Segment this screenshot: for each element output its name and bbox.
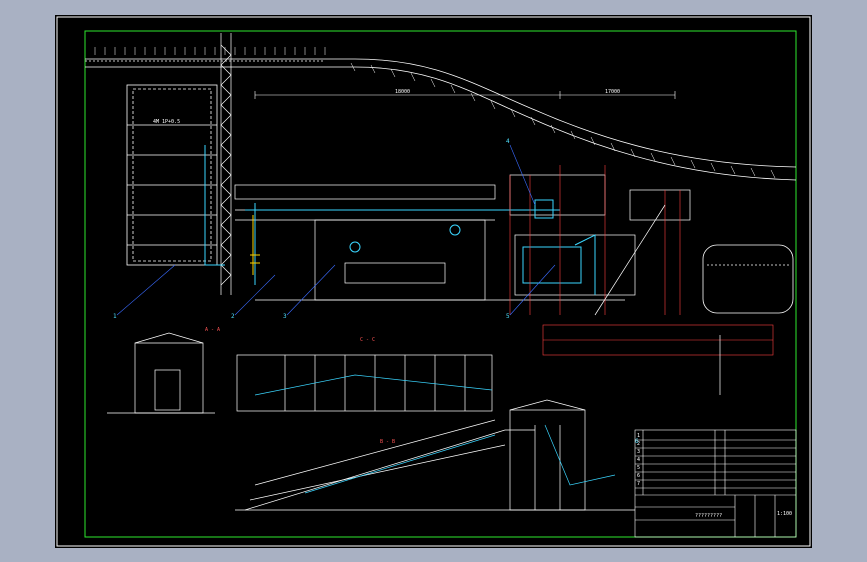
callout-5: 5 (506, 313, 510, 320)
dimension-marks (509, 165, 774, 356)
callout-1: 1 (113, 313, 117, 320)
section-c (236, 354, 493, 412)
part-row-number: 6 (637, 473, 640, 479)
building-label: 4M 1P+0.5 (153, 119, 180, 125)
part-row-number: 3 (637, 449, 640, 455)
callout-4: 4 (506, 138, 510, 145)
right-area (702, 244, 794, 314)
section-c-title: C - C (360, 337, 375, 343)
lattice-tower (220, 33, 232, 295)
drawing-title: ????????? (695, 513, 722, 519)
section-b-title: B - B (380, 439, 395, 445)
part-row-number: 2 (637, 441, 640, 447)
storage-building (126, 84, 218, 266)
dim-left: 18000 (395, 89, 410, 95)
dim-right: 17000 (605, 89, 620, 95)
part-row-number: 5 (637, 465, 640, 471)
conveyor-plan (234, 174, 691, 301)
section-a-title: A - A (205, 327, 220, 333)
callout-2: 2 (231, 313, 235, 320)
support-line (594, 204, 666, 316)
part-row-number: 7 (637, 481, 640, 487)
drawing-sheet: 4M 1P+0.5 18000 17000 1 2 3 4 5 6 A - A … (55, 15, 812, 548)
outer-border (56, 16, 811, 547)
callout-leaders (116, 144, 556, 316)
section-a (107, 332, 215, 414)
cad-drawing: 4M 1P+0.5 18000 17000 1 2 3 4 5 6 A - A … (56, 16, 811, 547)
part-row-number: 4 (637, 457, 640, 463)
section-b (235, 399, 635, 511)
drawing-frame (84, 30, 797, 538)
road-embankment (85, 58, 797, 181)
drawing-scale: 1:100 (777, 511, 792, 517)
part-row-number: 1 (637, 433, 640, 439)
callout-3: 3 (283, 313, 287, 320)
title-block (634, 429, 797, 538)
